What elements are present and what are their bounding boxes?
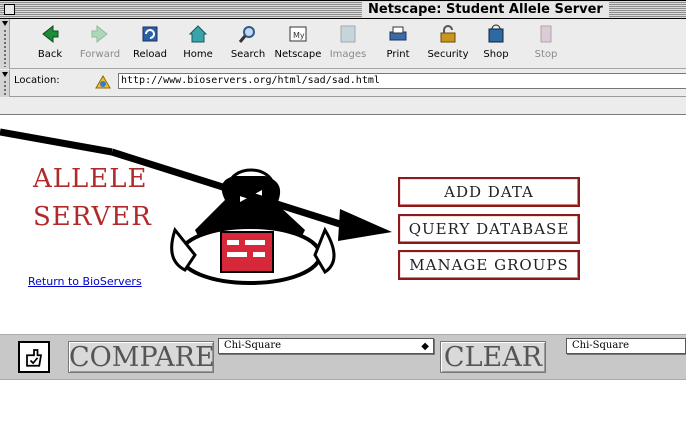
personal-toolbar bbox=[0, 97, 686, 115]
close-box[interactable] bbox=[4, 4, 15, 15]
forward-arrow-icon bbox=[91, 24, 108, 44]
location-label: Location: bbox=[14, 75, 60, 86]
return-to-bioservers-link[interactable]: Return to BioServers bbox=[28, 275, 142, 288]
compare-test-select[interactable]: Chi-Square ◆ bbox=[218, 338, 434, 354]
pointing-hand-icon[interactable] bbox=[18, 341, 50, 373]
print-button[interactable]: Print bbox=[372, 23, 424, 67]
clear-test-value: Chi-Square bbox=[572, 340, 630, 351]
compare-bar: COMPARE Chi-Square ◆ CLEAR Chi-Square bbox=[0, 334, 686, 380]
home-button[interactable]: Home bbox=[172, 23, 224, 67]
stop-icon bbox=[540, 25, 552, 43]
images-icon bbox=[340, 25, 356, 43]
netscape-icon: My bbox=[289, 26, 307, 42]
waiter-illustration bbox=[170, 168, 336, 285]
security-lock-icon bbox=[440, 25, 456, 43]
reload-icon bbox=[142, 26, 158, 42]
manage-groups-button[interactable]: MANAGE GROUPS bbox=[398, 250, 580, 280]
add-data-button[interactable]: ADD DATA bbox=[398, 177, 580, 207]
shop-button[interactable]: Shop bbox=[470, 23, 522, 67]
search-icon bbox=[238, 26, 255, 43]
navigation-buttons: Back Forward Reload Home Search My Netsc… bbox=[10, 19, 686, 69]
svg-text:My: My bbox=[293, 31, 305, 40]
reload-button[interactable]: Reload bbox=[124, 23, 176, 67]
query-database-button[interactable]: QUERY DATABASE bbox=[398, 214, 580, 244]
clear-test-select[interactable]: Chi-Square bbox=[566, 338, 686, 354]
url-input[interactable]: http://www.bioservers.org/html/sad/sad.h… bbox=[118, 73, 686, 89]
browser-toolbar: Back Forward Reload Home Search My Netsc… bbox=[0, 19, 686, 97]
security-button[interactable]: Security bbox=[422, 23, 474, 67]
netscape-button[interactable]: My Netscape bbox=[272, 23, 324, 67]
compare-button[interactable]: COMPARE bbox=[68, 341, 215, 373]
title-bar[interactable]: Netscape: Student Allele Server bbox=[0, 0, 686, 19]
home-icon bbox=[188, 25, 208, 43]
page-proxy-icon[interactable] bbox=[94, 74, 112, 90]
stop-button[interactable]: Stop bbox=[520, 23, 572, 67]
window-title: Netscape: Student Allele Server bbox=[362, 2, 609, 18]
toolbar-grip[interactable] bbox=[0, 19, 10, 69]
forward-button[interactable]: Forward bbox=[74, 23, 126, 67]
back-button[interactable]: Back bbox=[24, 23, 76, 67]
location-grip[interactable] bbox=[0, 70, 10, 97]
compare-test-value: Chi-Square bbox=[224, 340, 282, 351]
shop-icon bbox=[488, 24, 504, 43]
logo-server: SERVER bbox=[33, 202, 152, 232]
clear-button[interactable]: CLEAR bbox=[440, 341, 546, 373]
print-icon bbox=[389, 26, 407, 41]
images-button[interactable]: Images bbox=[322, 23, 374, 67]
logo-allele: ALLELE bbox=[33, 164, 148, 194]
location-bar: Location: http://www.bioservers.org/html… bbox=[10, 70, 686, 97]
select-arrows-icon: ◆ bbox=[421, 341, 429, 352]
search-button[interactable]: Search bbox=[222, 23, 274, 67]
back-arrow-icon bbox=[42, 24, 59, 44]
